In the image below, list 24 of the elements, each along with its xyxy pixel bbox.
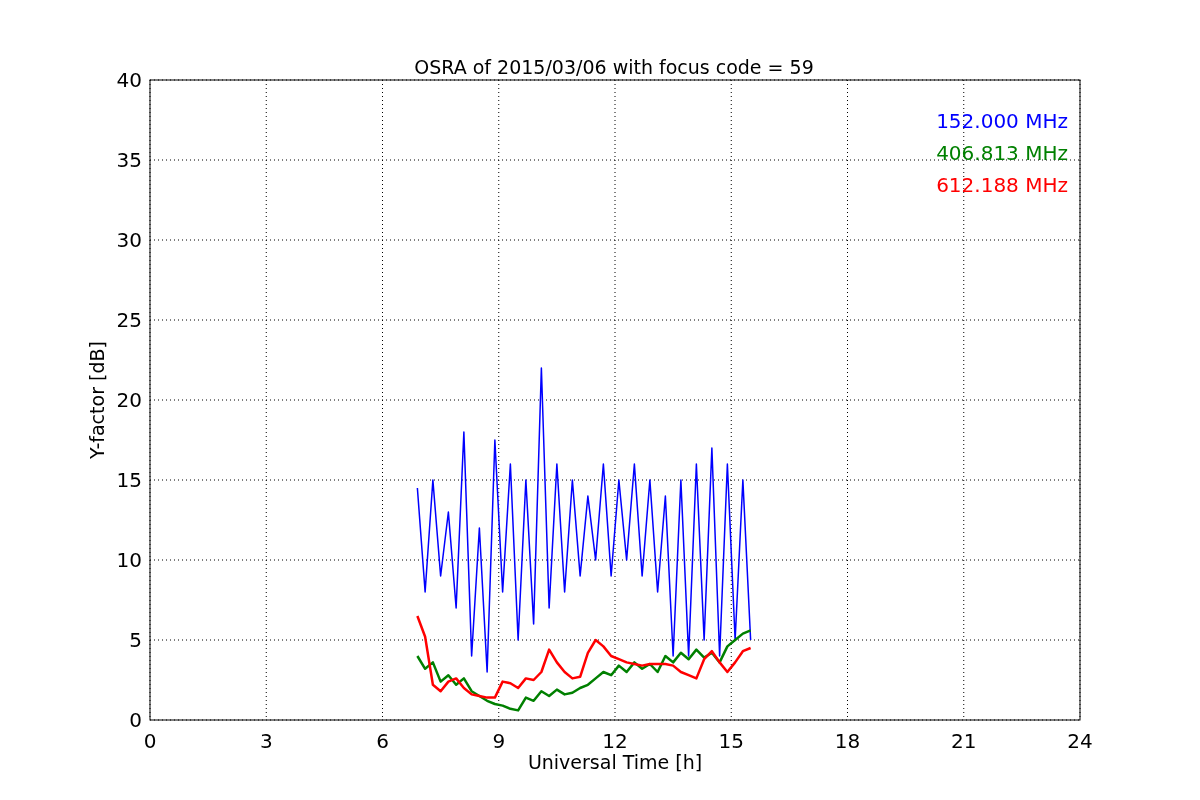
tick-label: 10 <box>116 548 142 572</box>
tick-label: 18 <box>834 729 861 753</box>
tick-label: 15 <box>116 468 142 492</box>
tick-label: 12 <box>602 729 628 753</box>
tick-label: 25 <box>116 308 142 332</box>
axis-title: Universal Time [h] <box>527 751 703 773</box>
tick-label: 0 <box>129 708 142 732</box>
tick-label: 9 <box>492 729 506 753</box>
tick-label: 5 <box>129 628 142 652</box>
legend-label: 152.000 MHz <box>936 109 1068 133</box>
tick-label: 20 <box>116 388 142 412</box>
tick-label: 40 <box>116 68 142 92</box>
tick-label: 15 <box>718 729 744 753</box>
tick-label: 3 <box>259 729 273 753</box>
legend-label: 612.188 MHz <box>936 173 1068 197</box>
tick-label: 0 <box>143 729 157 753</box>
legend-label: 406.813 MHz <box>936 141 1068 165</box>
tick-label: 24 <box>1067 729 1093 753</box>
axis-title: Y-factor [dB] <box>86 341 108 459</box>
tick-label: 6 <box>376 729 389 753</box>
chart-title: OSRA of 2015/03/06 with focus code = 59 <box>414 56 814 78</box>
tick-label: 21 <box>951 729 977 753</box>
tick-label: 30 <box>116 228 142 252</box>
tick-label: 35 <box>116 148 142 172</box>
